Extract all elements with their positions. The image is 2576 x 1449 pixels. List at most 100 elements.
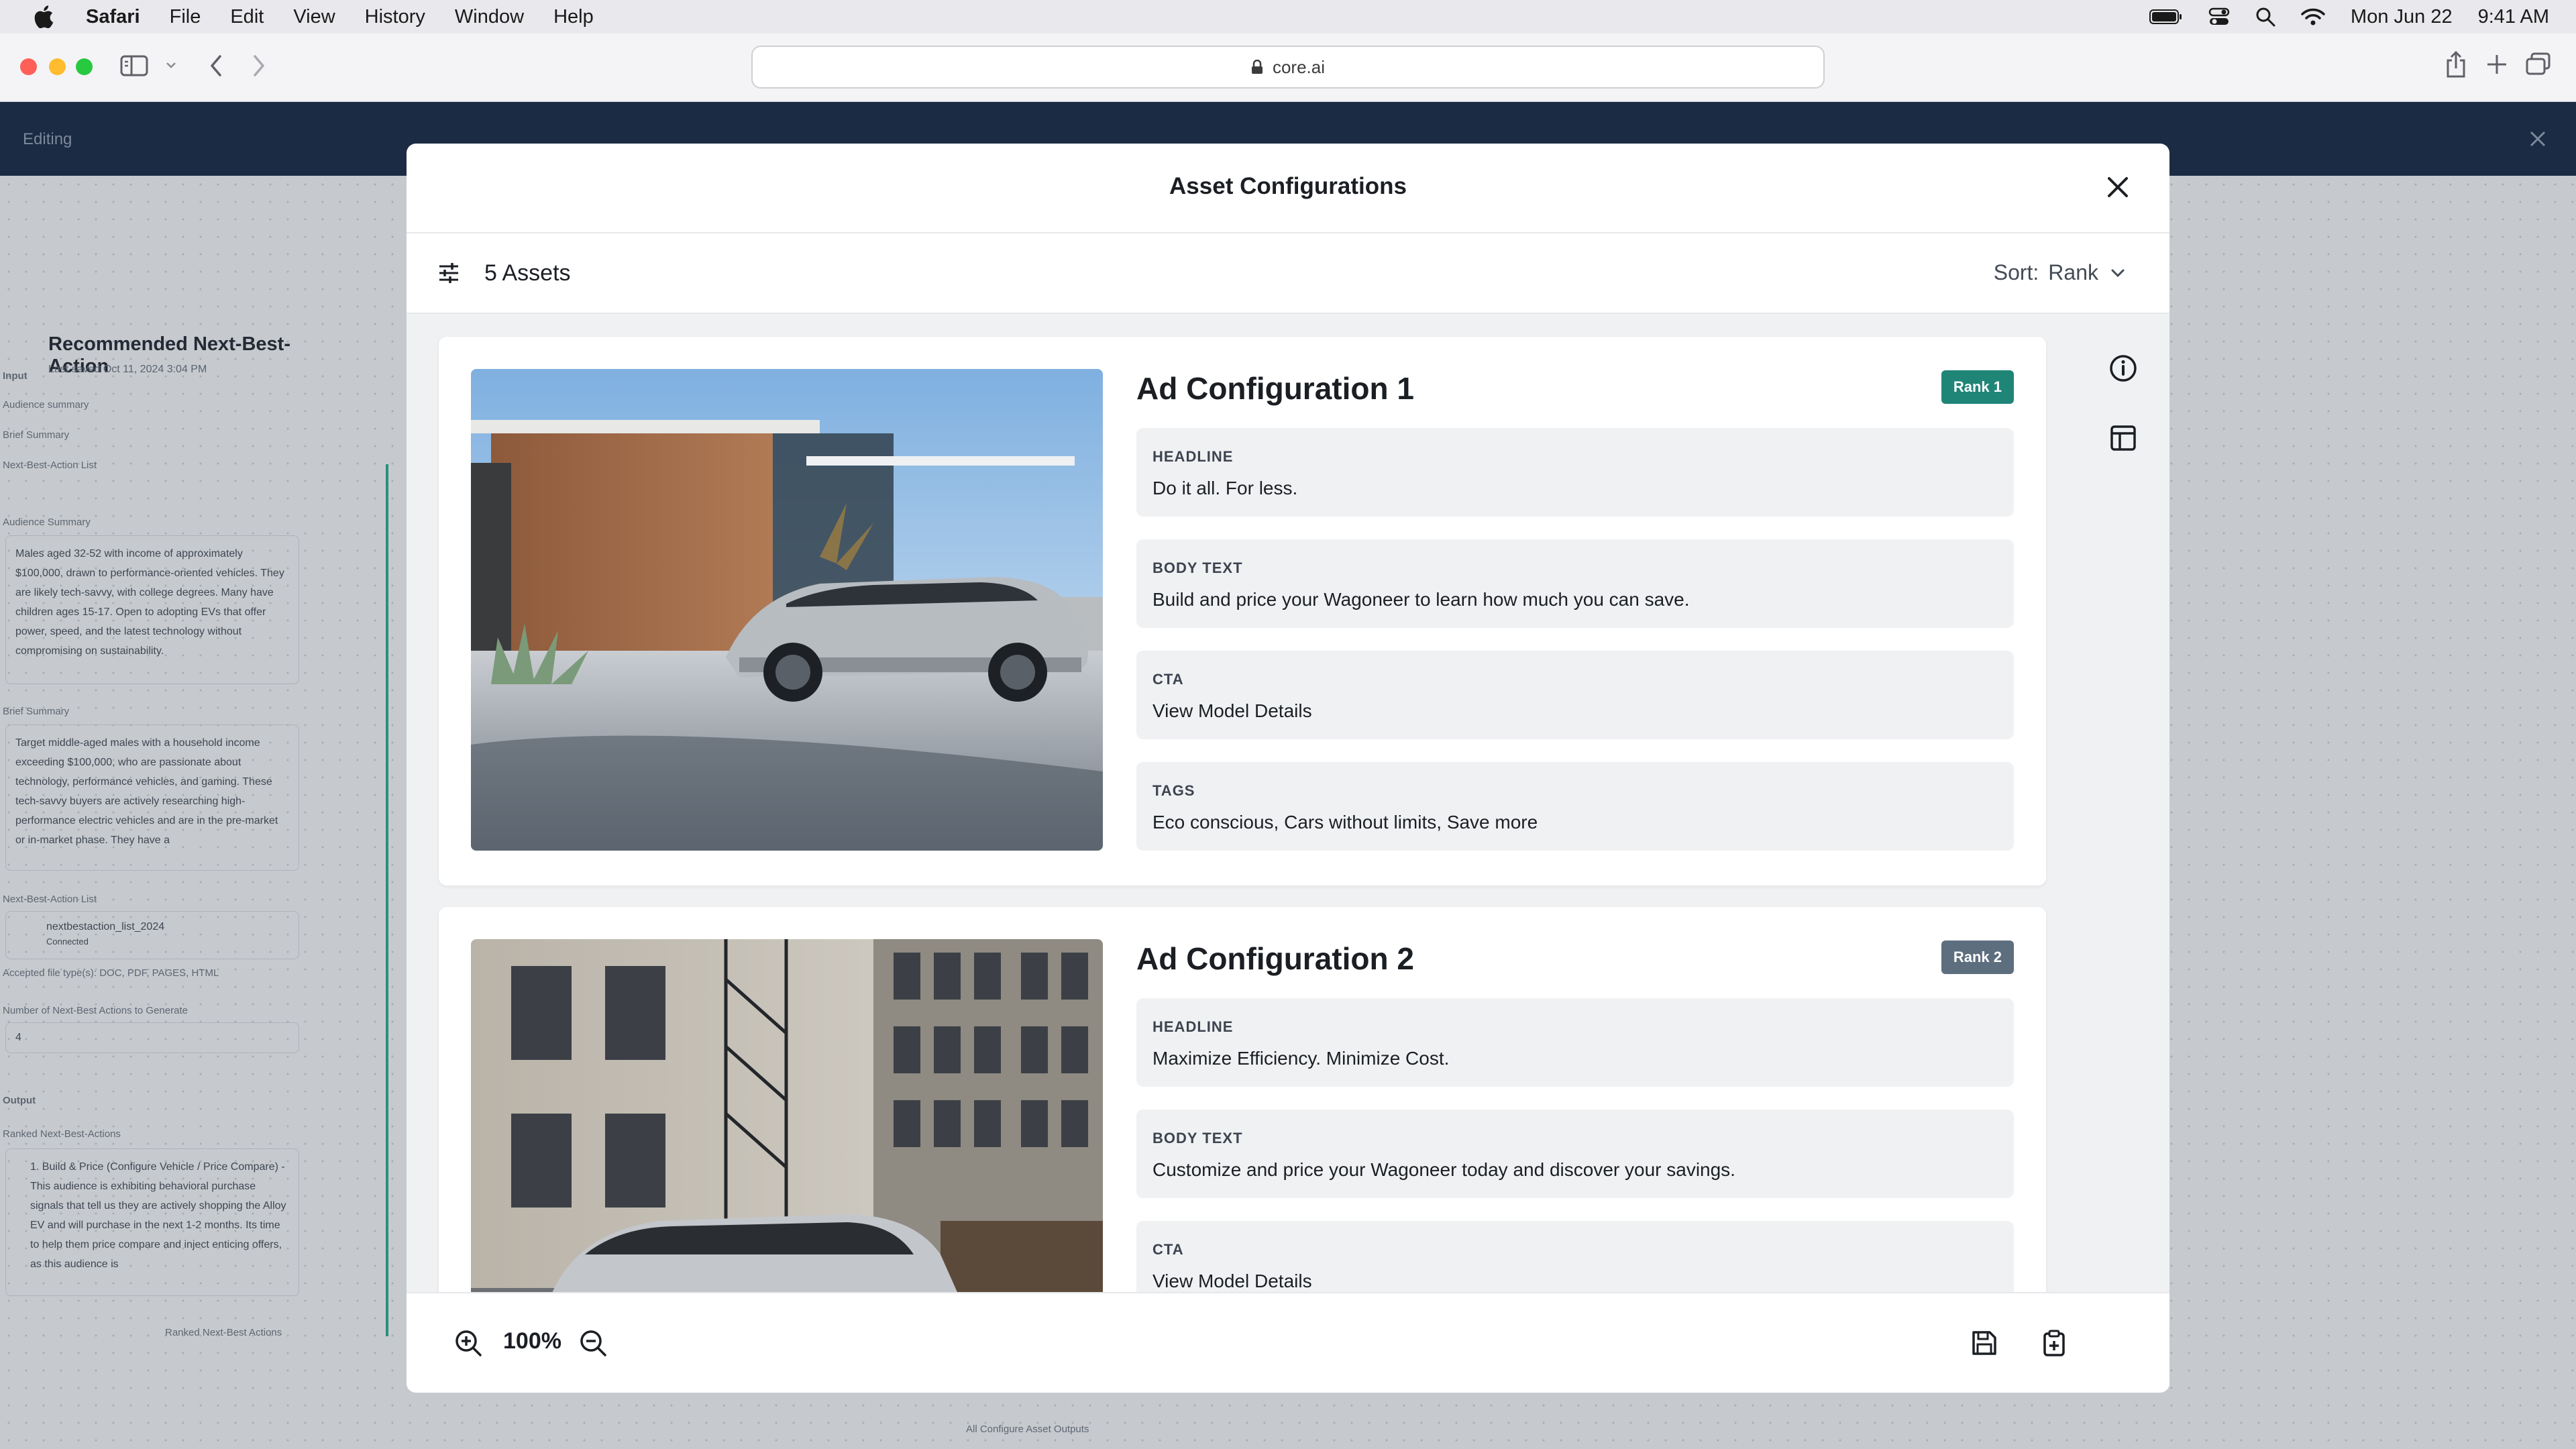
input-item: Audience summary xyxy=(3,399,89,411)
clipboard-plus-icon[interactable] xyxy=(2039,1328,2069,1358)
headline-field[interactable]: HEADLINE Maximize Efficiency. Minimize C… xyxy=(1136,998,2014,1087)
menu-help[interactable]: Help xyxy=(553,6,594,28)
sort-value: Rank xyxy=(2048,260,2098,284)
input-section-label: Input xyxy=(3,370,28,382)
editing-status: Editing xyxy=(23,130,72,148)
sort-label: Sort: xyxy=(1993,260,2039,284)
lock-icon xyxy=(1251,60,1263,74)
field-label: CTA xyxy=(1152,1241,1184,1258)
save-icon[interactable] xyxy=(1970,1328,1999,1358)
field-value: Do it all. For less. xyxy=(1152,478,1298,498)
audience-summary-field[interactable]: Males aged 32-52 with income of approxim… xyxy=(5,535,299,684)
tags-field[interactable]: TAGS Eco conscious, Cars without limits,… xyxy=(1136,762,2014,851)
headline-field[interactable]: HEADLINE Do it all. For less. xyxy=(1136,428,2014,517)
card-title: Ad Configuration 2 xyxy=(1136,941,1414,976)
card-title: Ad Configuration 1 xyxy=(1136,371,1414,406)
zoom-in-icon[interactable] xyxy=(453,1328,483,1358)
field-label: CTA xyxy=(1152,671,1184,688)
audience-summary-label: Audience Summary xyxy=(3,517,91,528)
menu-edit[interactable]: Edit xyxy=(230,6,264,28)
menu-window[interactable]: Window xyxy=(455,6,524,28)
menu-bar: Safari File Edit View History Window Hel… xyxy=(0,0,2576,34)
rank-badge: Rank 1 xyxy=(1941,370,2014,404)
menu-app-name[interactable]: Safari xyxy=(86,6,140,28)
close-icon[interactable] xyxy=(2104,173,2132,201)
menu-view[interactable]: View xyxy=(293,6,335,28)
sliders-icon[interactable] xyxy=(437,262,460,284)
window-close-button[interactable] xyxy=(20,58,37,75)
field-value: View Model Details xyxy=(1152,700,1312,721)
window-minimize-button[interactable] xyxy=(49,58,66,75)
field-label: BODY TEXT xyxy=(1152,559,1243,576)
chevron-down-icon xyxy=(2111,269,2125,277)
tab-overview-icon[interactable] xyxy=(2525,52,2552,76)
last-saved: Last saved Oct 11, 2024 3:04 PM xyxy=(48,364,207,375)
num-actions-value: 4 xyxy=(15,1032,21,1043)
app-close-icon[interactable] xyxy=(2529,130,2546,148)
output-section-label: Output xyxy=(3,1095,36,1106)
body-text-field[interactable]: BODY TEXT Customize and price your Wagon… xyxy=(1136,1110,2014,1198)
body-text-field[interactable]: BODY TEXT Build and price your Wagoneer … xyxy=(1136,539,2014,628)
menu-file[interactable]: File xyxy=(170,6,201,28)
menubar-date[interactable]: Mon Jun 22 xyxy=(2351,6,2453,28)
window-zoom-button[interactable] xyxy=(76,58,93,75)
control-center-icon[interactable] xyxy=(2208,7,2230,27)
cta-field[interactable]: CTA View Model Details xyxy=(1136,651,2014,739)
field-label: HEADLINE xyxy=(1152,1018,1234,1035)
bottom-port-label: All Configure Asset Outputs xyxy=(966,1424,1089,1435)
ranked-nba-field[interactable]: 1. Build & Price (Configure Vehicle / Pr… xyxy=(5,1148,299,1296)
field-label: TAGS xyxy=(1152,782,1195,799)
zoom-out-icon[interactable] xyxy=(578,1328,608,1358)
sort-dropdown[interactable]: Sort: Rank xyxy=(1994,260,2128,285)
nba-list-label: Next-Best-Action List xyxy=(3,894,97,905)
modal-title: Asset Configurations xyxy=(1169,173,1407,199)
num-actions-select[interactable]: 4 xyxy=(5,1022,299,1053)
field-label: HEADLINE xyxy=(1152,448,1234,465)
connector-line xyxy=(386,464,388,1336)
battery-icon[interactable] xyxy=(2149,9,2183,25)
modal-header: Asset Configurations xyxy=(407,144,2169,233)
menubar-time[interactable]: 9:41 AM xyxy=(2478,6,2549,28)
ranked-nba-port: Ranked Next-Best Actions xyxy=(165,1327,282,1338)
field-label: BODY TEXT xyxy=(1152,1130,1243,1146)
sidebar-toggle-icon[interactable] xyxy=(119,52,150,79)
address-bar[interactable]: core.ai xyxy=(751,46,1825,89)
brief-summary-field[interactable]: Target middle-aged males with a househol… xyxy=(5,724,299,871)
field-value: Eco conscious, Cars without limits, Save… xyxy=(1152,812,1538,833)
zoom-level: 100% xyxy=(503,1328,561,1354)
asset-configurations-modal: Asset Configurations 5 Assets Sort: Rank xyxy=(407,144,2169,1393)
wifi-icon[interactable] xyxy=(2301,7,2325,26)
field-value: Build and price your Wagoneer to learn h… xyxy=(1152,589,1690,610)
apple-logo-icon[interactable] xyxy=(34,5,54,28)
accepted-file-types: Accepted file type(s): DOC, PDF, PAGES, … xyxy=(3,967,219,979)
input-item: Brief Summary xyxy=(3,429,70,441)
filter-bar: 5 Assets Sort: Rank xyxy=(407,233,2169,314)
field-value: View Model Details xyxy=(1152,1271,1312,1291)
layout-icon[interactable] xyxy=(2106,421,2140,455)
forward-icon[interactable] xyxy=(250,52,268,79)
new-tab-icon[interactable] xyxy=(2485,52,2509,76)
search-icon[interactable] xyxy=(2255,7,2275,27)
modal-footer: 100% xyxy=(407,1292,2169,1393)
node-config-panel: Recommended Next-Best-Action Last saved … xyxy=(0,203,309,1343)
url-text: core.ai xyxy=(1272,56,1326,77)
share-icon[interactable] xyxy=(2445,50,2467,79)
brief-summary-label: Brief Summary xyxy=(3,706,70,717)
nba-file-field[interactable]: nextbestaction_list_2024 Connected xyxy=(5,911,299,959)
ranked-nba-label: Ranked Next-Best-Actions xyxy=(3,1128,121,1140)
field-value: Maximize Efficiency. Minimize Cost. xyxy=(1152,1048,1450,1069)
back-icon[interactable] xyxy=(207,52,225,79)
asset-image xyxy=(471,369,1103,851)
input-item: Next-Best-Action List xyxy=(3,460,97,471)
field-value: Customize and price your Wagoneer today … xyxy=(1152,1159,1735,1180)
asset-list: Ad Configuration 1 Rank 1 HEADLINE Do it… xyxy=(407,314,2169,1393)
nba-file-name: nextbestaction_list_2024 xyxy=(46,921,165,932)
nba-file-status: Connected xyxy=(46,936,89,947)
info-icon[interactable] xyxy=(2106,352,2140,385)
num-actions-label: Number of Next-Best Actions to Generate xyxy=(3,1005,188,1016)
asset-count: 5 Assets xyxy=(484,260,571,286)
rank-badge: Rank 2 xyxy=(1941,941,2014,974)
asset-card[interactable]: Ad Configuration 1 Rank 1 HEADLINE Do it… xyxy=(439,337,2046,885)
menu-history[interactable]: History xyxy=(365,6,425,28)
chevron-down-icon[interactable] xyxy=(165,60,177,70)
